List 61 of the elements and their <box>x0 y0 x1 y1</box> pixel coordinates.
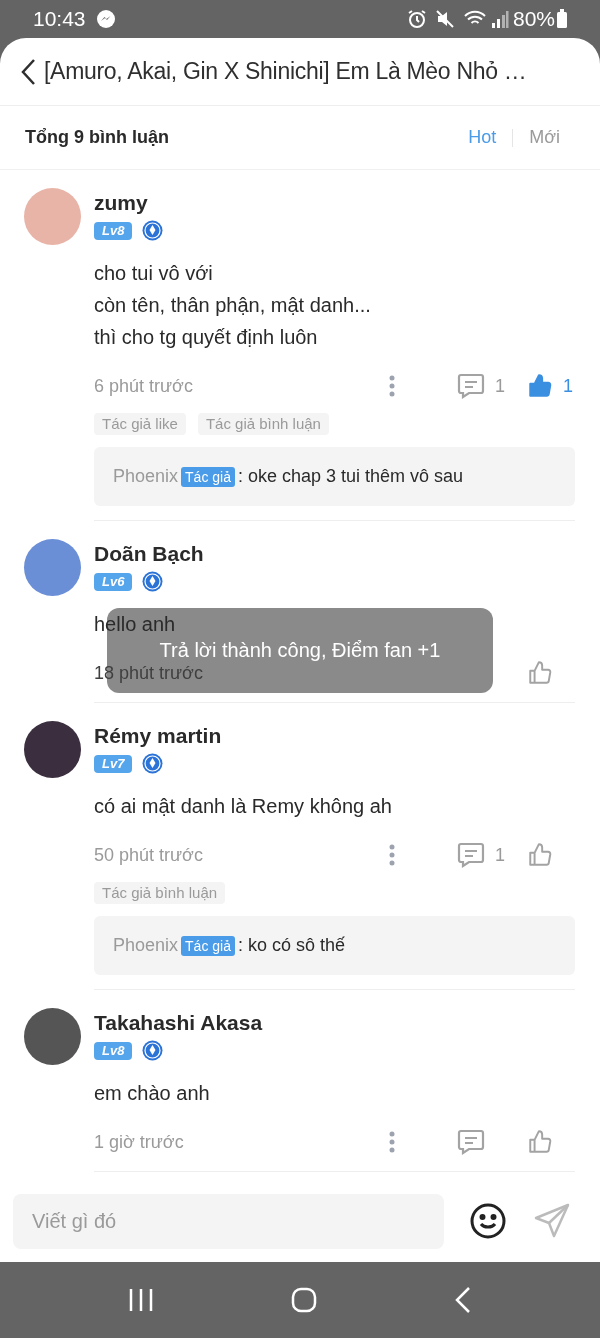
more-icon[interactable] <box>389 844 395 866</box>
timestamp: 6 phút trước <box>94 375 193 396</box>
reply-text: : ko có sô thế <box>238 934 346 957</box>
toast-message: Trả lời thành công, Điểm fan +1 <box>159 638 441 662</box>
level-badge: Lv8 <box>94 1041 133 1060</box>
avatar <box>24 188 81 245</box>
pen-badge-icon <box>142 753 164 774</box>
battery-icon <box>557 9 567 29</box>
reply-button[interactable]: 1 <box>457 372 505 400</box>
pen-badge-icon <box>142 1040 164 1061</box>
send-icon[interactable] <box>534 1203 570 1239</box>
comment-icon <box>457 373 485 399</box>
reply-button[interactable]: 1 <box>457 841 505 869</box>
author-tag: Tác giả like <box>94 413 186 435</box>
username: Rémy martin <box>94 723 223 749</box>
comment-text: còn tên, thân phận, mật danh... <box>94 293 371 318</box>
comment-icon <box>457 842 485 868</box>
username: Doãn Bạch <box>94 541 205 567</box>
reply-author: Phoenix <box>113 934 179 957</box>
level-badge: Lv6 <box>94 572 133 591</box>
reply-text: : oke chap 3 tui thêm vô sau <box>238 465 464 488</box>
level-badge: Lv7 <box>94 754 133 773</box>
comment-icon <box>457 1129 485 1155</box>
more-icon[interactable] <box>389 1131 395 1153</box>
mute-icon <box>434 9 455 29</box>
story-title: [Amuro, Akai, Gin X Shinichi] Em Là Mèo Nhỏ … <box>44 57 527 87</box>
author-tag: Tác giả bình luận <box>197 413 329 435</box>
pen-badge-icon <box>142 220 164 241</box>
author-tag: Tác giả bình luận <box>94 882 226 904</box>
comment-text: thì cho tg quyết định luôn <box>94 325 318 350</box>
avatar <box>24 721 81 778</box>
author-badge: Tác giả <box>181 935 235 956</box>
comment-text: em chào anh <box>94 1081 210 1106</box>
comment-count: Tổng 9 bình luận <box>25 126 170 149</box>
pen-badge-icon <box>142 571 164 592</box>
author-badge: Tác giả <box>181 466 235 487</box>
username: Takahashi Akasa <box>94 1010 264 1036</box>
signal-icon <box>490 9 509 29</box>
more-icon[interactable] <box>389 375 395 397</box>
sort-tab[interactable]: Mới <box>529 124 560 151</box>
recent-apps-icon[interactable] <box>128 1287 155 1313</box>
back-icon[interactable] <box>20 57 36 86</box>
back-nav-icon[interactable] <box>453 1286 472 1314</box>
timestamp: 50 phút trước <box>94 844 203 865</box>
home-icon[interactable] <box>291 1287 317 1313</box>
reply-author: Phoenix <box>113 465 179 488</box>
battery-percent: 80% <box>512 6 555 33</box>
comment-input[interactable]: Viết gì đó <box>13 1193 444 1249</box>
timestamp: 1 giờ trước <box>94 1131 184 1152</box>
clock: 10:43 <box>33 6 86 33</box>
comment-text: có ai mật danh là Remy không ah <box>94 794 392 819</box>
sort-tab[interactable]: Hot <box>468 124 497 151</box>
avatar <box>24 539 81 596</box>
avatar <box>24 1008 81 1065</box>
alarm-icon <box>406 9 427 29</box>
comment-text: cho tui vô với <box>94 261 213 286</box>
messenger-icon <box>95 9 116 29</box>
level-badge: Lv8 <box>94 221 133 240</box>
username: zumy <box>94 190 149 216</box>
like-button[interactable]: 1 <box>527 372 575 400</box>
emoji-icon[interactable] <box>470 1203 506 1239</box>
